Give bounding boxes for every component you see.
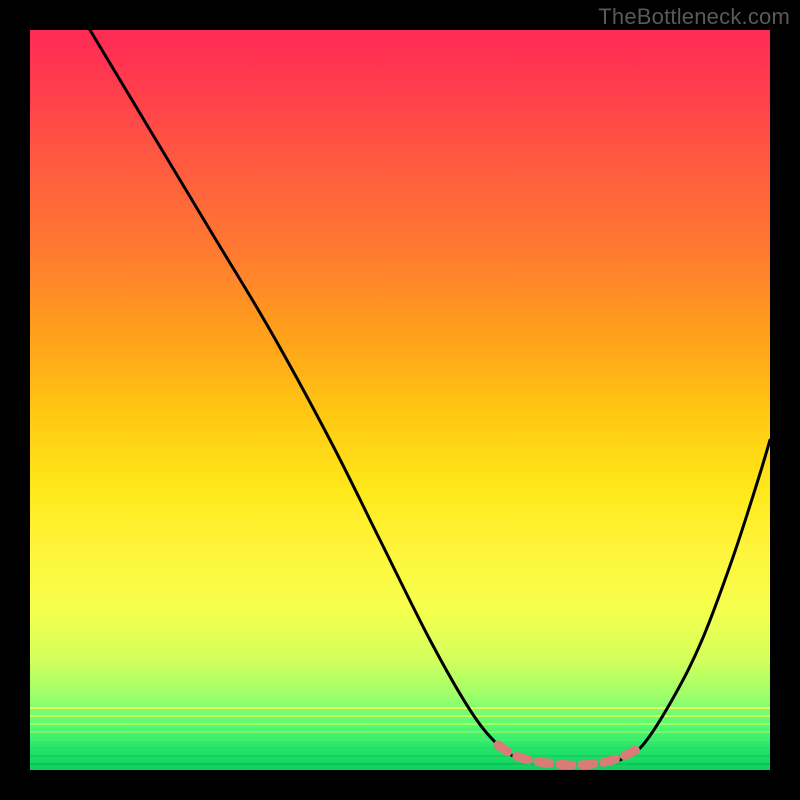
- trough-marker: [498, 745, 642, 765]
- watermark-text: TheBottleneck.com: [598, 4, 790, 30]
- curve-left: [90, 30, 520, 760]
- chart-frame: TheBottleneck.com: [0, 0, 800, 800]
- curve-overlay: [0, 0, 800, 800]
- curve-right: [620, 440, 770, 760]
